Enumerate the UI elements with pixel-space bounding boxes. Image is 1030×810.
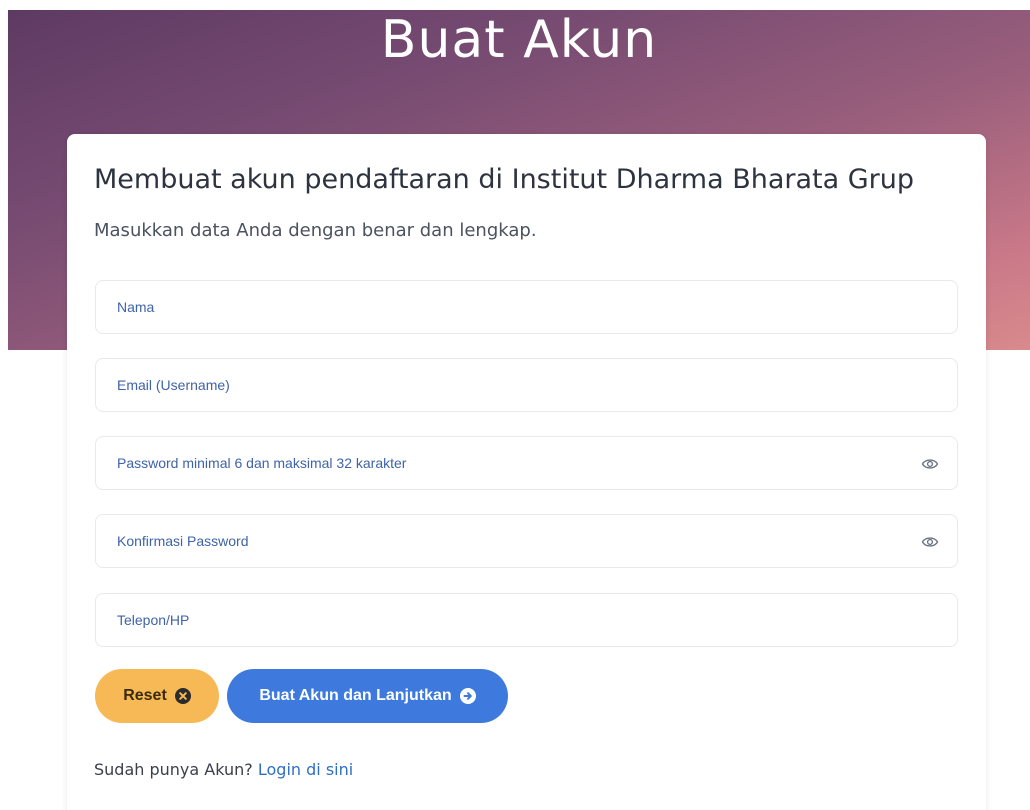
phone-field-wrapper (95, 593, 958, 647)
eye-icon[interactable] (921, 456, 939, 472)
confirm-password-input[interactable] (96, 515, 957, 567)
registration-card: Membuat akun pendaftaran di Institut Dha… (67, 134, 986, 810)
page-title: Buat Akun (380, 10, 658, 70)
login-link[interactable]: Login di sini (258, 760, 353, 779)
password-field-wrapper (95, 436, 958, 490)
create-account-button[interactable]: Buat Akun dan Lanjutkan (227, 669, 508, 723)
create-account-button-label: Buat Akun dan Lanjutkan (259, 687, 452, 704)
email-input[interactable] (96, 359, 957, 411)
reset-button-label: Reset (123, 687, 167, 704)
name-input[interactable] (96, 281, 957, 333)
x-circle-icon (174, 688, 191, 704)
confirm-password-field-wrapper (95, 514, 958, 568)
card-heading: Membuat akun pendaftaran di Institut Dha… (94, 164, 915, 195)
eye-icon[interactable] (921, 534, 939, 550)
password-input[interactable] (96, 437, 957, 489)
name-field-wrapper (95, 280, 958, 334)
phone-input[interactable] (96, 594, 957, 646)
login-prompt: Sudah punya Akun? Login di sini (94, 760, 353, 779)
login-prompt-text: Sudah punya Akun? (94, 760, 253, 779)
card-subtitle: Masukkan data Anda dengan benar dan leng… (94, 220, 537, 241)
reset-button[interactable]: Reset (95, 669, 219, 723)
email-field-wrapper (95, 358, 958, 412)
arrow-right-circle-icon (459, 688, 476, 704)
